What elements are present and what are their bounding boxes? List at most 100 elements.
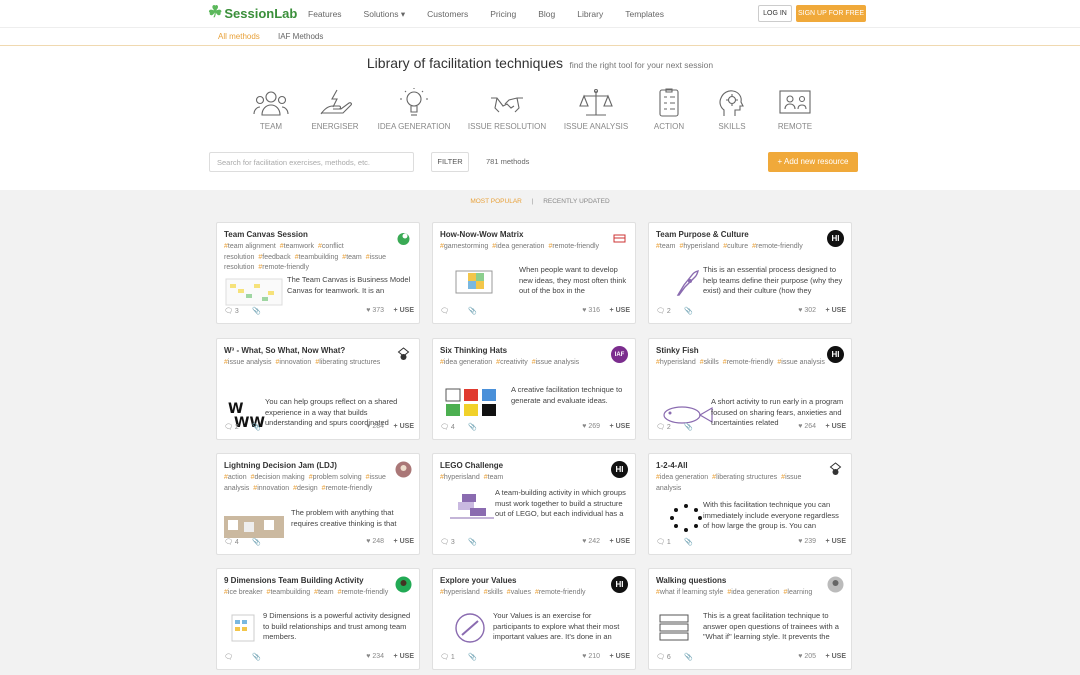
- tag-link[interactable]: #teamwork: [280, 243, 314, 250]
- comments-count[interactable]: 🗨 3: [440, 538, 455, 546]
- nav-features[interactable]: Features: [308, 9, 342, 20]
- tag-link[interactable]: #issue analysis: [532, 359, 579, 366]
- tag-link[interactable]: #hyperisland: [679, 243, 719, 250]
- like-button[interactable]: ♥ 373: [366, 307, 384, 314]
- use-button[interactable]: + USE: [610, 307, 630, 314]
- comments-count[interactable]: 🗨 3: [224, 307, 239, 315]
- use-button[interactable]: + USE: [394, 538, 414, 545]
- tag-link[interactable]: #idea generation: [492, 243, 544, 250]
- tag-link[interactable]: #issue analysis: [777, 359, 824, 366]
- tag-link[interactable]: #idea generation: [440, 359, 492, 366]
- card-title[interactable]: How-Now-Wow Matrix: [440, 230, 610, 239]
- use-button[interactable]: + USE: [394, 307, 414, 314]
- tab-iaf-methods[interactable]: IAF Methods: [278, 32, 323, 41]
- comments-count[interactable]: 🗨 1: [656, 538, 671, 546]
- category-energiser[interactable]: ENERGISER: [295, 88, 375, 131]
- method-card[interactable]: LEGO Challenge HI #hyperisland #team A team-…: [432, 453, 636, 555]
- tag-link[interactable]: #idea generation: [656, 474, 708, 481]
- tag-link[interactable]: #remote-friendly: [548, 243, 599, 250]
- use-button[interactable]: + USE: [826, 538, 846, 545]
- tag-link[interactable]: #hyperisland: [440, 474, 480, 481]
- tag-link[interactable]: #hyperisland: [440, 589, 480, 596]
- tag-link[interactable]: #culture: [723, 243, 748, 250]
- tag-link[interactable]: #remote-friendly: [752, 243, 803, 250]
- method-card[interactable]: Walking questions #what if learning style…: [648, 568, 852, 670]
- like-button[interactable]: ♥ 210: [582, 653, 600, 660]
- use-button[interactable]: + USE: [610, 653, 630, 660]
- tag-link[interactable]: #innovation: [275, 359, 311, 366]
- method-card[interactable]: Lightning Decision Jam (LDJ) #action #deci…: [216, 453, 420, 555]
- method-card[interactable]: Explore your Values HI #hyperisland #skills…: [432, 568, 636, 670]
- tag-link[interactable]: #remote-friendly: [322, 485, 373, 492]
- tab-all-methods[interactable]: All methods: [218, 32, 260, 41]
- filter-button[interactable]: FILTER: [431, 152, 469, 172]
- tag-link[interactable]: #liberating structures: [712, 474, 777, 481]
- comments-count[interactable]: 🗨: [224, 653, 233, 661]
- nav-customers[interactable]: Customers: [427, 9, 468, 20]
- search-input[interactable]: Search for facilitation exercises, metho…: [209, 152, 414, 172]
- use-button[interactable]: + USE: [826, 653, 846, 660]
- tag-link[interactable]: #remote-friendly: [258, 264, 309, 271]
- tag-link[interactable]: #teambuilding: [267, 589, 311, 596]
- tag-link[interactable]: #creativity: [496, 359, 528, 366]
- card-title[interactable]: W³ - What, So What, Now What?: [224, 346, 394, 355]
- tag-link[interactable]: #innovation: [253, 485, 289, 492]
- method-card[interactable]: W³ - What, So What, Now What? #issue anal…: [216, 338, 420, 440]
- tag-link[interactable]: #feedback: [258, 254, 290, 261]
- use-button[interactable]: + USE: [394, 423, 414, 430]
- card-title[interactable]: 9 Dimensions Team Building Activity: [224, 576, 394, 585]
- tag-link[interactable]: #idea generation: [727, 589, 779, 596]
- tag-link[interactable]: #problem solving: [309, 474, 362, 481]
- sessionlab-logo[interactable]: ☘ SessionLab: [208, 5, 297, 21]
- tag-link[interactable]: #design: [293, 485, 318, 492]
- method-card[interactable]: Six Thinking Hats IAF #idea generation #cre…: [432, 338, 636, 440]
- like-button[interactable]: ♥ 302: [798, 307, 816, 314]
- card-title[interactable]: 1-2-4-All: [656, 461, 826, 470]
- sort-recently-updated[interactable]: RECENTLY UPDATED: [543, 198, 609, 205]
- tag-link[interactable]: #team: [484, 474, 503, 481]
- card-title[interactable]: Stinky Fish: [656, 346, 826, 355]
- use-button[interactable]: + USE: [394, 653, 414, 660]
- tag-link[interactable]: #remote-friendly: [338, 589, 389, 596]
- like-button[interactable]: ♥ 234: [366, 653, 384, 660]
- card-title[interactable]: Walking questions: [656, 576, 826, 585]
- card-title[interactable]: Team Canvas Session: [224, 230, 394, 239]
- tag-link[interactable]: #decision making: [251, 474, 305, 481]
- tag-link[interactable]: #ice breaker: [224, 589, 263, 596]
- signup-button[interactable]: SIGN UP FOR FREE: [796, 5, 866, 22]
- category-issue-analysis[interactable]: ISSUE ANALYSIS: [556, 88, 636, 131]
- tag-link[interactable]: #learning: [784, 589, 813, 596]
- tag-link[interactable]: #values: [507, 589, 531, 596]
- tag-link[interactable]: #team: [342, 254, 361, 261]
- comments-count[interactable]: 🗨 6: [656, 653, 671, 661]
- tag-link[interactable]: #team: [314, 589, 333, 596]
- card-title[interactable]: Six Thinking Hats: [440, 346, 610, 355]
- category-idea-generation[interactable]: IDEA GENERATION: [374, 88, 454, 131]
- comments-count[interactable]: 🗨 2: [224, 423, 239, 431]
- use-button[interactable]: + USE: [610, 423, 630, 430]
- method-card[interactable]: Team Canvas Session #team alignment #teamw…: [216, 222, 420, 324]
- card-title[interactable]: Lightning Decision Jam (LDJ): [224, 461, 394, 470]
- tag-link[interactable]: #gamestorming: [440, 243, 488, 250]
- nav-pricing[interactable]: Pricing: [490, 9, 516, 20]
- tag-link[interactable]: #team: [656, 243, 675, 250]
- tag-link[interactable]: #hyperisland: [656, 359, 696, 366]
- card-title[interactable]: LEGO Challenge: [440, 461, 610, 470]
- nav-templates[interactable]: Templates: [625, 9, 664, 20]
- like-button[interactable]: ♥ 269: [582, 423, 600, 430]
- tag-link[interactable]: #issue analysis: [224, 359, 271, 366]
- tag-link[interactable]: #team alignment: [224, 243, 276, 250]
- tag-link[interactable]: #action: [224, 474, 247, 481]
- like-button[interactable]: ♥ 316: [582, 307, 600, 314]
- like-button[interactable]: ♥ 205: [798, 653, 816, 660]
- card-title[interactable]: Explore your Values: [440, 576, 610, 585]
- like-button[interactable]: ♥ 242: [582, 538, 600, 545]
- method-card[interactable]: 1-2-4-All #idea generation #liberating str…: [648, 453, 852, 555]
- comments-count[interactable]: 🗨 1: [440, 653, 455, 661]
- tag-link[interactable]: #skills: [700, 359, 719, 366]
- comments-count[interactable]: 🗨: [440, 307, 449, 315]
- like-button[interactable]: ♥ 264: [798, 423, 816, 430]
- use-button[interactable]: + USE: [610, 538, 630, 545]
- nav-library[interactable]: Library: [577, 9, 603, 20]
- method-card[interactable]: Stinky Fish HI #hyperisland #skills #remote-…: [648, 338, 852, 440]
